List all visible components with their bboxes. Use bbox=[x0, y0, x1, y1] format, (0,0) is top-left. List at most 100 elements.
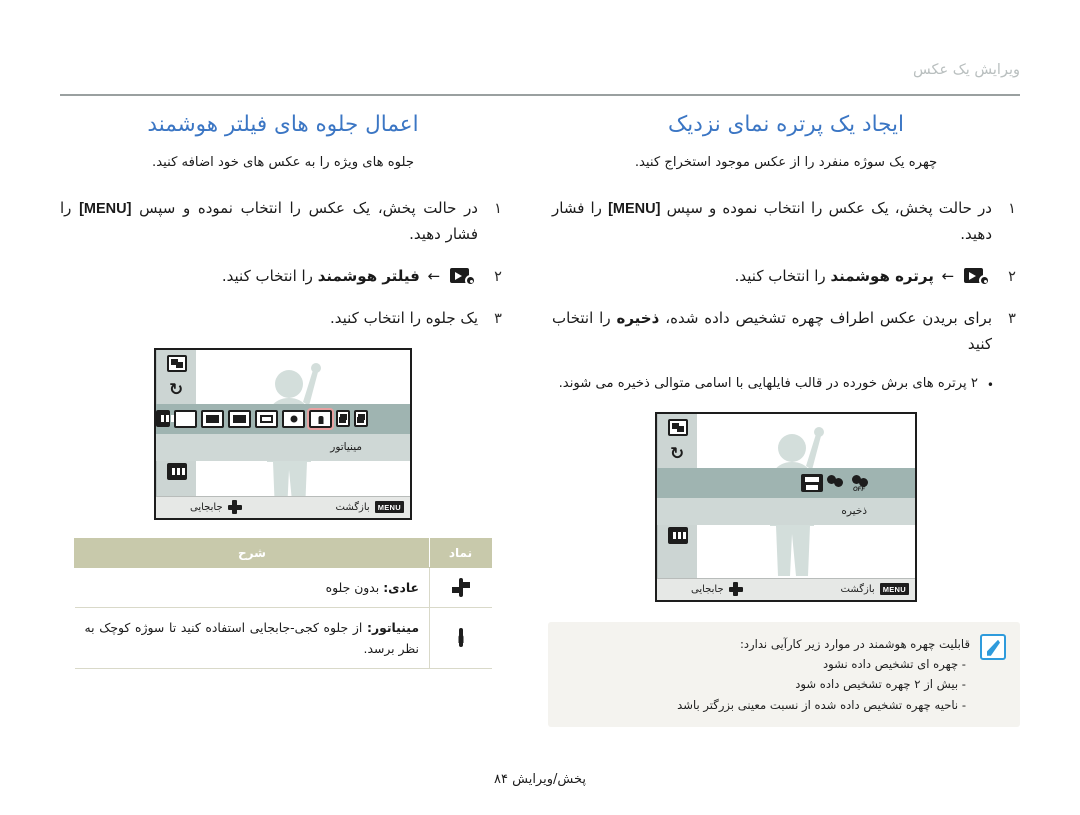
section-title-portrait: ایجاد یک پرتره نمای نزدیک bbox=[668, 112, 904, 137]
step-text: در حالت پخش، یک عکس را انتخاب نموده و سپ… bbox=[552, 196, 992, 248]
step-text-before: برای بریدن عکس اطراف چهره تشخیص داده شده… bbox=[665, 308, 992, 327]
lcd-selected-label-row: مینیاتور bbox=[156, 433, 410, 461]
menu-key-icon: MENU bbox=[374, 501, 404, 514]
lcd-screenshot-filter: ↺ OFF مینیاتور bbox=[154, 347, 412, 520]
smart-face-icon[interactable] bbox=[827, 474, 848, 491]
step-text-before: در حالت پخش، یک عکس را انتخاب نموده و سپ… bbox=[666, 199, 992, 218]
normal-icon bbox=[458, 577, 463, 597]
step-number: ۲ bbox=[494, 268, 502, 285]
page-running-header: ویرایش یک عکس bbox=[60, 62, 1020, 96]
step-number: ۳ bbox=[1008, 310, 1016, 327]
step-number: ۱ bbox=[1008, 201, 1016, 218]
footer-text: پخش/ویرایش ۸۴ bbox=[494, 772, 586, 787]
row-term: مینیاتور: bbox=[366, 619, 419, 635]
symbol-description-table: نماد شرح عادی: بدون جلوه مینیاتور: از جل… bbox=[74, 537, 492, 669]
table-cell-symbol bbox=[429, 607, 492, 669]
piano-icon bbox=[166, 462, 187, 480]
step-text: برای بریدن عکس اطراف چهره تشخیص داده شده… bbox=[552, 306, 992, 358]
rail-item-rotate[interactable]: ↺ bbox=[157, 377, 196, 404]
step-text-after: را انتخاب کنید. bbox=[221, 266, 313, 285]
step-item: ۲ ← فیلتر هوشمند را انتخاب کنید. bbox=[60, 264, 506, 290]
table-cell-description: عادی: بدون جلوه bbox=[74, 567, 430, 608]
arrow-glyph: ← bbox=[941, 266, 955, 285]
note-heading: قابلیت چهره هوشمند در موارد زیر کارآیی ن… bbox=[739, 636, 970, 651]
lcd-back-control[interactable]: MENU بازگشت bbox=[335, 501, 404, 514]
crop-icon bbox=[166, 354, 187, 372]
miniature-icon bbox=[458, 628, 464, 648]
rail-item-rotate[interactable]: ↺ bbox=[658, 441, 697, 468]
step-item: ۱ در حالت پخش، یک عکس را انتخاب نموده و … bbox=[60, 196, 506, 248]
table-cell-description: مینیاتور: از جلوه کجی-جابجایی استفاده کن… bbox=[74, 607, 430, 669]
section-lede-portrait: چهره یک سوژه منفرد را از عکس موجود استخر… bbox=[634, 155, 938, 170]
step-text: ← فیلتر هوشمند را انتخاب کنید. bbox=[60, 264, 478, 290]
step-bold-term: ذخیره bbox=[616, 308, 660, 327]
steps-list-filter: ۱ در حالت پخش، یک عکس را انتخاب نموده و … bbox=[60, 196, 506, 332]
note-item: - ناحیه چهره تشخیص داده شده از نسبت معین… bbox=[677, 697, 966, 712]
miniature-icon[interactable] bbox=[307, 407, 334, 430]
menu-key-label: [MENU] bbox=[608, 201, 661, 218]
play-edit-icon bbox=[450, 266, 476, 286]
rail-item-crop[interactable] bbox=[157, 350, 196, 377]
list-item: • ۲ پرتره های برش خورده در قالب فایلهایی… bbox=[552, 373, 994, 395]
half-tone-icon[interactable] bbox=[174, 409, 197, 428]
page-footer: پخش/ویرایش ۸۴ bbox=[0, 772, 1080, 787]
menu-key-icon: MENU bbox=[879, 583, 909, 596]
bullet-dot-icon: • bbox=[986, 378, 994, 393]
menu-key-label: [MENU] bbox=[79, 201, 132, 218]
lcd-option-strip: OFF bbox=[657, 467, 915, 498]
section-lede-filter: جلوه های ویژه را به عکس های خود اضافه کن… bbox=[152, 155, 414, 170]
sub-bullet-text: ۲ پرتره های برش خورده در قالب فایلهایی ب… bbox=[558, 376, 978, 392]
piano-icon bbox=[667, 526, 688, 544]
steps-list-portrait: ۱ در حالت پخش، یک عکس را انتخاب نموده و … bbox=[552, 196, 1020, 357]
old-film1-icon[interactable] bbox=[228, 409, 251, 428]
lcd-move-label: جابجایی bbox=[691, 583, 724, 595]
vignetting-icon[interactable] bbox=[282, 409, 305, 428]
lcd-back-label: بازگشت bbox=[335, 501, 370, 513]
section-title-filter: اعمال جلوه های فیلتر هوشمند bbox=[147, 112, 419, 137]
note-pen-icon bbox=[980, 633, 1006, 660]
note-item: - بیش از ۲ چهره تشخیص داده شود bbox=[795, 677, 966, 692]
rail-item-piano[interactable] bbox=[157, 458, 196, 485]
dpad-icon bbox=[728, 582, 743, 597]
normal-icon[interactable] bbox=[354, 410, 368, 428]
row-desc: بدون جلوه bbox=[325, 579, 380, 595]
step-text-after: را انتخاب کنید. bbox=[734, 266, 826, 285]
soft-focus-icon[interactable] bbox=[255, 409, 278, 428]
lcd-move-control[interactable]: جابجایی bbox=[190, 500, 242, 515]
lcd-selected-label-row: ذخیره bbox=[657, 497, 915, 525]
step-item: ۳ برای بریدن عکس اطراف چهره تشخیص داده ش… bbox=[552, 306, 1020, 358]
old-film2-icon[interactable] bbox=[201, 409, 224, 428]
page-columns: ایجاد یک پرتره نمای نزدیک چهره یک سوژه م… bbox=[60, 112, 1020, 745]
table-header-symbol: نماد bbox=[429, 537, 492, 568]
smart-face-off-icon[interactable]: OFF bbox=[852, 474, 873, 493]
rail-item-piano[interactable] bbox=[658, 522, 697, 549]
smart-filter-off-icon[interactable] bbox=[336, 410, 350, 428]
note-item: - چهره ای تشخیص داده نشود bbox=[823, 657, 966, 672]
lcd-bottom-bar: MENU بازگشت جابجایی bbox=[156, 495, 410, 518]
step-text-before: یک جلوه را انتخاب کنید. bbox=[329, 308, 478, 327]
rail-item-crop[interactable] bbox=[658, 414, 697, 441]
classic-icon[interactable] bbox=[156, 410, 170, 428]
dpad-icon bbox=[227, 500, 242, 515]
table-cell-symbol bbox=[429, 567, 492, 608]
save-icon[interactable] bbox=[801, 473, 823, 492]
step-bold-term: پرتره هوشمند bbox=[830, 266, 934, 285]
table-row: عادی: بدون جلوه bbox=[74, 567, 492, 608]
step-item: ۳ یک جلوه را انتخاب کنید. bbox=[60, 306, 506, 332]
step-number: ۱ bbox=[494, 201, 502, 218]
lcd-option-strip bbox=[156, 403, 410, 434]
lcd-back-control[interactable]: MENU بازگشت bbox=[840, 583, 909, 596]
lcd-move-control[interactable]: جابجایی bbox=[691, 582, 743, 597]
note-body: قابلیت چهره هوشمند در موارد زیر کارآیی ن… bbox=[560, 634, 970, 715]
row-term: عادی: bbox=[383, 579, 419, 595]
lcd-back-label: بازگشت bbox=[840, 583, 875, 595]
column-apply-smart-filter: اعمال جلوه های فیلتر هوشمند جلوه های ویژ… bbox=[60, 112, 506, 745]
table-head: نماد شرح bbox=[74, 537, 492, 568]
table-header-description: شرح bbox=[74, 537, 430, 568]
table-body: عادی: بدون جلوه مینیاتور: از جلوه کجی-جا… bbox=[74, 567, 492, 669]
step-text: در حالت پخش، یک عکس را انتخاب نموده و سپ… bbox=[60, 196, 478, 248]
step-item: ۲ ← پرتره هوشمند را انتخاب کنید. bbox=[552, 264, 1020, 290]
table-header-row: نماد شرح bbox=[74, 537, 492, 568]
step-number: ۳ bbox=[494, 310, 502, 327]
step-bold-term: فیلتر هوشمند bbox=[317, 266, 420, 285]
